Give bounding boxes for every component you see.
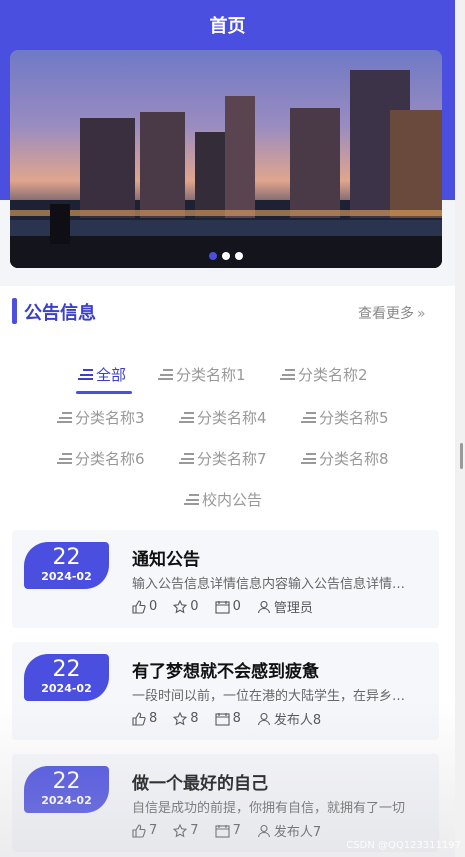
date-year-month: 2024-02 [41, 794, 92, 807]
view-more-link[interactable]: 查看更多» [358, 303, 426, 323]
active-tab-indicator [76, 391, 132, 394]
calendar-icon [215, 824, 230, 838]
tab-label: 分类名称6 [75, 450, 145, 468]
tab-label: 分类名称2 [298, 366, 368, 384]
tab-label: 分类名称1 [176, 366, 246, 384]
tab-label: 分类名称4 [197, 409, 267, 427]
carousel-dot-1[interactable] [209, 252, 217, 260]
like-count: 0 [132, 599, 157, 614]
tab-category-3[interactable]: 分类名称3 [57, 407, 145, 428]
tab-category-2[interactable]: 分类名称2 [280, 364, 368, 385]
view-count: 7 [215, 823, 241, 838]
tab-label: 分类名称7 [197, 450, 267, 468]
menu-icon [179, 453, 194, 464]
menu-icon [78, 369, 93, 380]
menu-icon [158, 369, 173, 380]
user-icon [257, 824, 270, 837]
date-day: 22 [52, 545, 81, 570]
tab-all[interactable]: 全部 [78, 364, 126, 385]
tab-category-6[interactable]: 分类名称6 [57, 448, 145, 469]
date-year-month: 2024-02 [41, 682, 92, 695]
scrollbar-track[interactable] [455, 0, 465, 857]
notice-meta: 0 0 0 管理员 [132, 597, 329, 616]
favorite-count: 8 [173, 711, 199, 726]
notice-description: 一段时间以前，一位在港的大陆学生，在异乡求学 [132, 689, 412, 704]
notice-title: 做一个最好的自己 [132, 774, 268, 794]
notice-title: 通知公告 [132, 550, 200, 570]
tab-category-5[interactable]: 分类名称5 [301, 407, 389, 428]
thumbs-up-icon [132, 599, 146, 614]
user-icon [257, 712, 270, 725]
calendar-icon [215, 600, 230, 614]
tab-label: 校内公告 [202, 491, 263, 509]
notice-meta: 8 8 8 发布人8 [132, 709, 337, 728]
date-badge: 22 2024-02 [24, 654, 109, 701]
menu-icon [57, 453, 72, 464]
watermark-text: CSDN @QQ123311197 [346, 840, 461, 851]
date-badge: 22 2024-02 [24, 542, 109, 589]
tab-label: 分类名称8 [319, 450, 389, 468]
menu-icon [280, 369, 295, 380]
tab-campus-notice[interactable]: 校内公告 [184, 489, 262, 510]
author: 管理员 [257, 597, 313, 616]
banner-carousel[interactable] [10, 50, 442, 268]
date-year-month: 2024-02 [41, 570, 92, 583]
scrollbar-thumb[interactable] [460, 443, 463, 469]
view-count: 0 [215, 599, 241, 614]
star-icon [173, 711, 188, 725]
favorite-count: 0 [173, 599, 199, 614]
date-day: 22 [52, 769, 81, 794]
section-accent-bar [12, 298, 17, 324]
date-badge: 22 2024-02 [24, 766, 109, 813]
calendar-icon [215, 712, 230, 726]
notice-description: 自信是成功的前提，你拥有自信，就拥有了一切 [132, 801, 406, 816]
section-title: 公告信息 [24, 303, 96, 324]
tab-category-4[interactable]: 分类名称4 [179, 407, 267, 428]
favorite-count: 7 [173, 823, 199, 838]
notice-description: 输入公告信息详情信息内容输入公告信息详情信息内容 [132, 577, 412, 592]
notice-card[interactable]: 22 2024-02 做一个最好的自己 自信是成功的前提，你拥有自信，就拥有了一… [12, 754, 439, 852]
thumbs-up-icon [132, 823, 146, 838]
menu-icon [301, 412, 316, 423]
notice-title: 有了梦想就不会感到疲惫 [132, 662, 319, 682]
city-skyline-image [10, 70, 442, 268]
menu-icon [184, 494, 199, 505]
menu-icon [301, 453, 316, 464]
author: 发布人7 [257, 821, 321, 840]
notice-card[interactable]: 22 2024-02 通知公告 输入公告信息详情信息内容输入公告信息详情信息内容… [12, 530, 439, 628]
tab-label: 分类名称3 [75, 409, 145, 427]
carousel-dot-2[interactable] [222, 252, 230, 260]
tab-category-7[interactable]: 分类名称7 [179, 448, 267, 469]
tab-category-1[interactable]: 分类名称1 [158, 364, 246, 385]
tab-category-8[interactable]: 分类名称8 [301, 448, 389, 469]
star-icon [173, 599, 188, 613]
carousel-dot-3[interactable] [235, 252, 243, 260]
thumbs-up-icon [132, 711, 146, 726]
like-count: 8 [132, 711, 157, 726]
page-title: 首页 [209, 16, 246, 37]
view-more-label: 查看更多 [358, 306, 414, 322]
author: 发布人8 [257, 709, 321, 728]
tab-label: 全部 [96, 366, 127, 384]
view-count: 8 [215, 711, 241, 726]
menu-icon [57, 412, 72, 423]
double-chevron-right-icon: » [417, 306, 426, 322]
menu-icon [179, 412, 194, 423]
tab-label: 分类名称5 [319, 409, 389, 427]
notice-card[interactable]: 22 2024-02 有了梦想就不会感到疲惫 一段时间以前，一位在港的大陆学生，… [12, 642, 439, 740]
like-count: 7 [132, 823, 157, 838]
star-icon [173, 823, 188, 837]
date-day: 22 [52, 657, 81, 682]
user-icon [257, 600, 270, 613]
notice-meta: 7 7 7 发布人7 [132, 821, 337, 840]
